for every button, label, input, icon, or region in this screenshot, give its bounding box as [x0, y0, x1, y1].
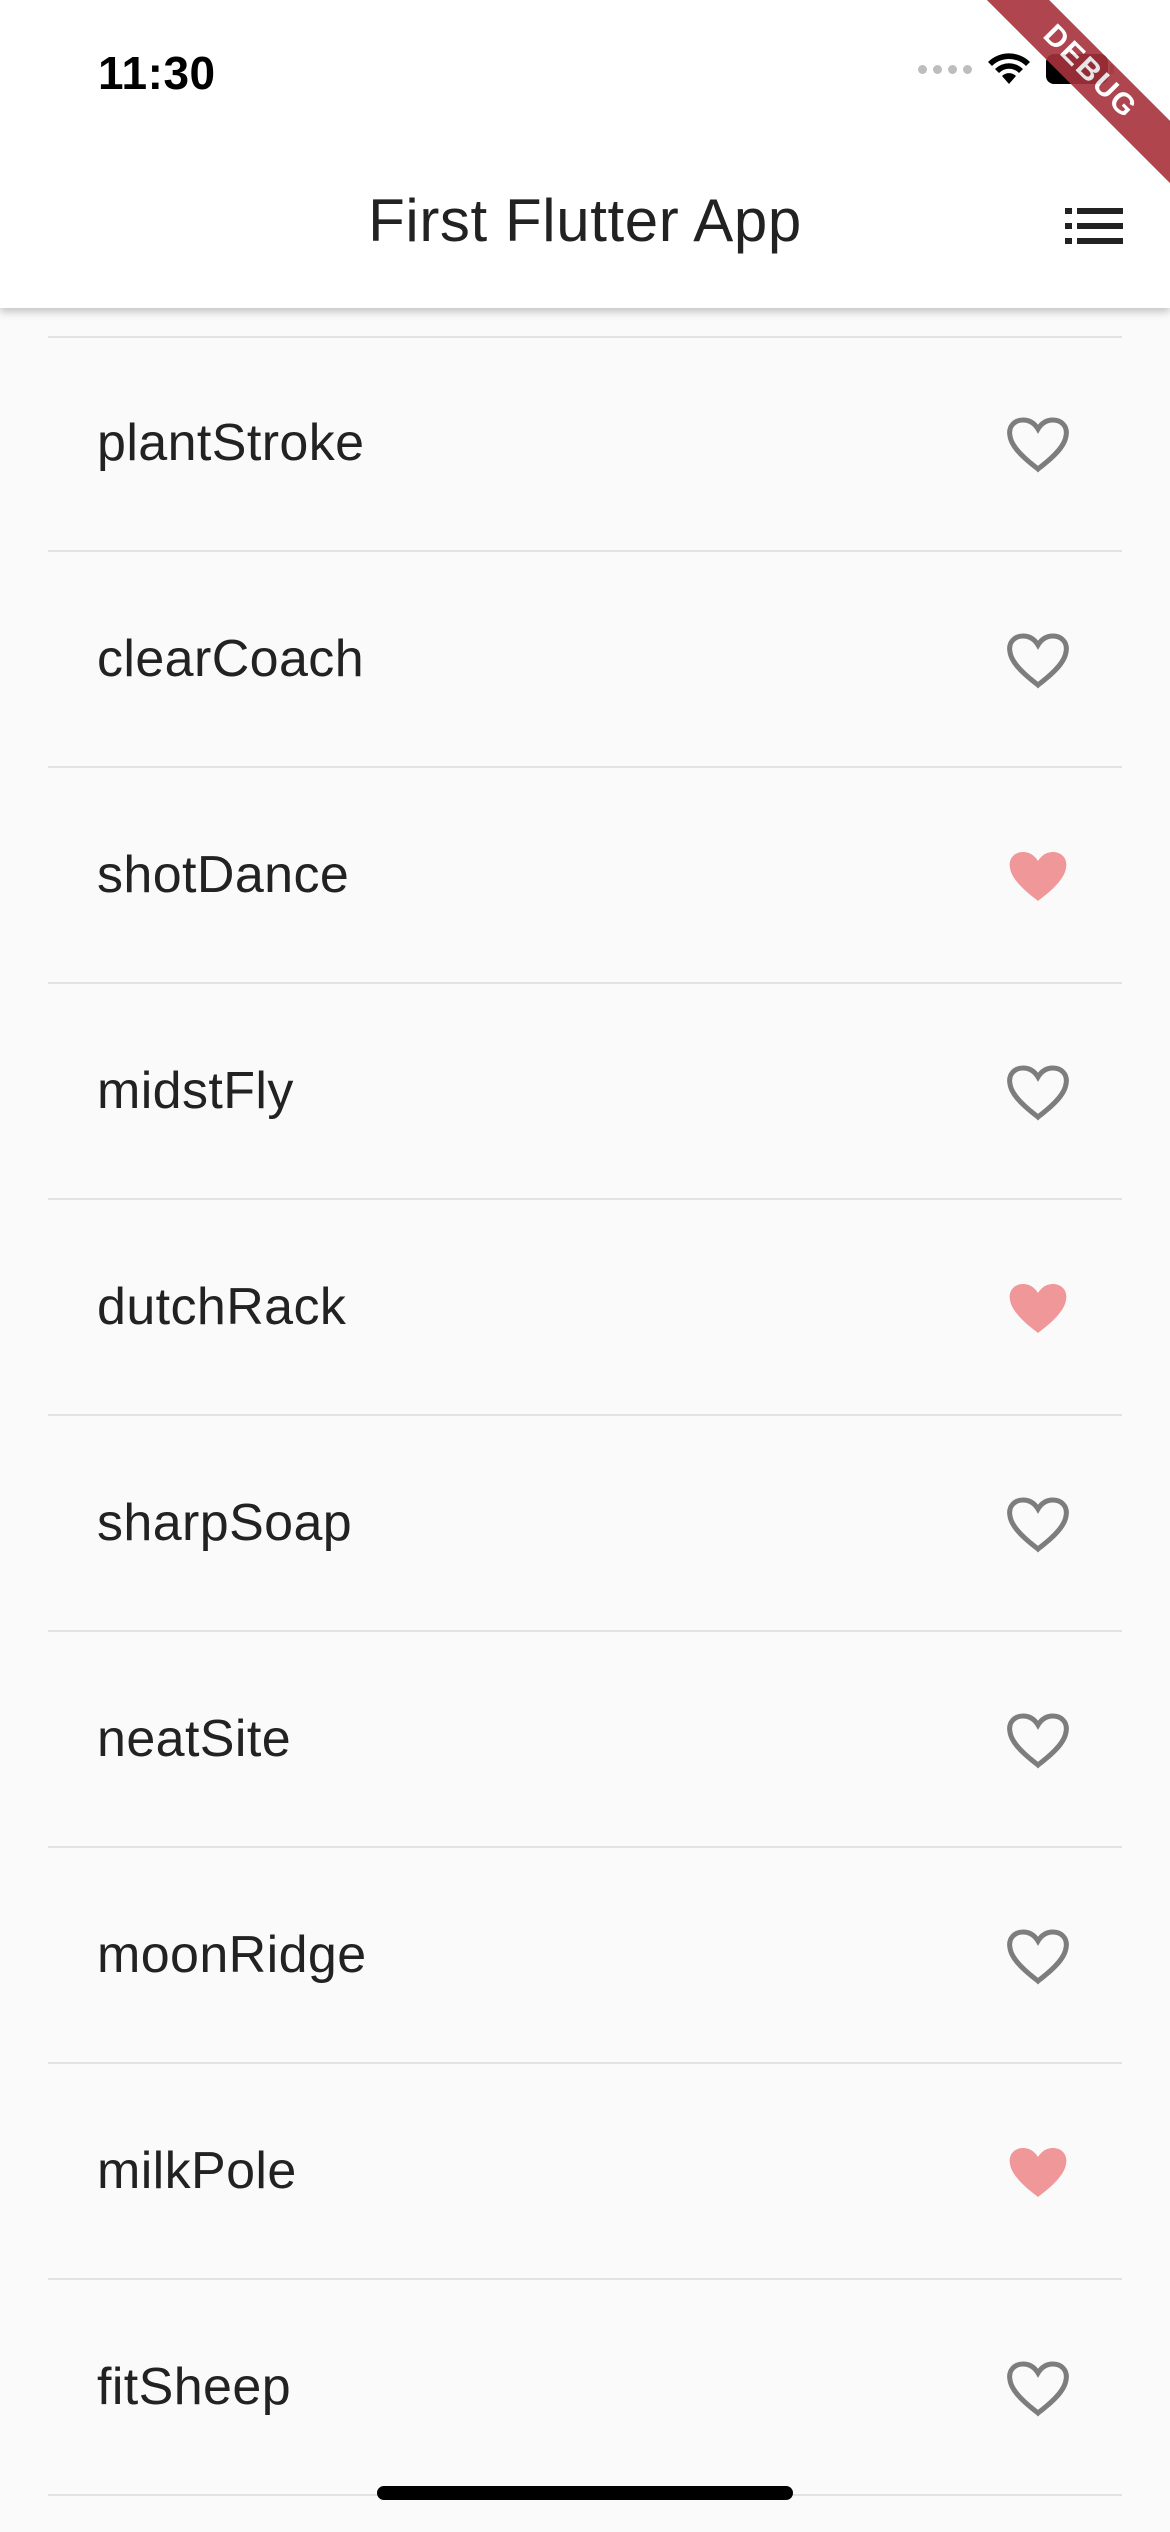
list-item[interactable]: moonRidge: [48, 1848, 1122, 2064]
list-item-label: clearCoach: [97, 630, 365, 688]
list-item-label: neatSite: [97, 1710, 292, 1768]
word-list: plantStroke clearCoach shotDance midstFl…: [48, 336, 1122, 2496]
list-item[interactable]: clearCoach: [48, 552, 1122, 768]
heart-filled-icon[interactable]: [1006, 2145, 1070, 2201]
list-item[interactable]: sharpSoap: [48, 1416, 1122, 1632]
list-item-label: shotDance: [97, 846, 350, 904]
page-title: First Flutter App: [368, 187, 802, 254]
list-item[interactable]: milkPole: [48, 2064, 1122, 2280]
heart-filled-icon[interactable]: [1006, 1281, 1070, 1337]
heart-outline-icon[interactable]: [1006, 633, 1070, 689]
app-bar: First Flutter App: [0, 150, 1170, 308]
saved-list-button[interactable]: [1058, 196, 1130, 256]
list-item-label: sharpSoap: [97, 1494, 353, 1552]
heart-filled-icon[interactable]: [1006, 849, 1070, 905]
list-item[interactable]: plantStroke: [48, 336, 1122, 552]
list-item[interactable]: neatSite: [48, 1632, 1122, 1848]
list-item[interactable]: dutchRack: [48, 1200, 1122, 1416]
cellular-signal-icon: [918, 64, 972, 74]
list-item[interactable]: midstFly: [48, 984, 1122, 1200]
wifi-icon: [988, 53, 1030, 84]
home-indicator[interactable]: [377, 2486, 793, 2500]
heart-outline-icon[interactable]: [1006, 1713, 1070, 1769]
list-item[interactable]: shotDance: [48, 768, 1122, 984]
list-item-label: midstFly: [97, 1062, 294, 1120]
battery-icon: [1046, 54, 1114, 84]
heart-outline-icon[interactable]: [1006, 2361, 1070, 2417]
app-screen: 11:30 DEBUG First Flutter App plantStrok…: [0, 0, 1170, 2532]
heart-outline-icon[interactable]: [1006, 1497, 1070, 1553]
status-bar: 11:30: [0, 0, 1170, 150]
heart-outline-icon[interactable]: [1006, 1929, 1070, 1985]
list-item-label: plantStroke: [97, 414, 365, 472]
list-item[interactable]: fitSheep: [48, 2280, 1122, 2496]
list-item-label: fitSheep: [97, 2358, 292, 2416]
list-item-label: milkPole: [97, 2142, 297, 2200]
heart-outline-icon[interactable]: [1006, 417, 1070, 473]
status-icons: [918, 52, 1114, 86]
list-item-label: moonRidge: [97, 1926, 367, 1984]
list-item-label: dutchRack: [97, 1278, 347, 1336]
list-icon: [1065, 208, 1123, 244]
status-time: 11:30: [98, 47, 216, 99]
heart-outline-icon[interactable]: [1006, 1065, 1070, 1121]
